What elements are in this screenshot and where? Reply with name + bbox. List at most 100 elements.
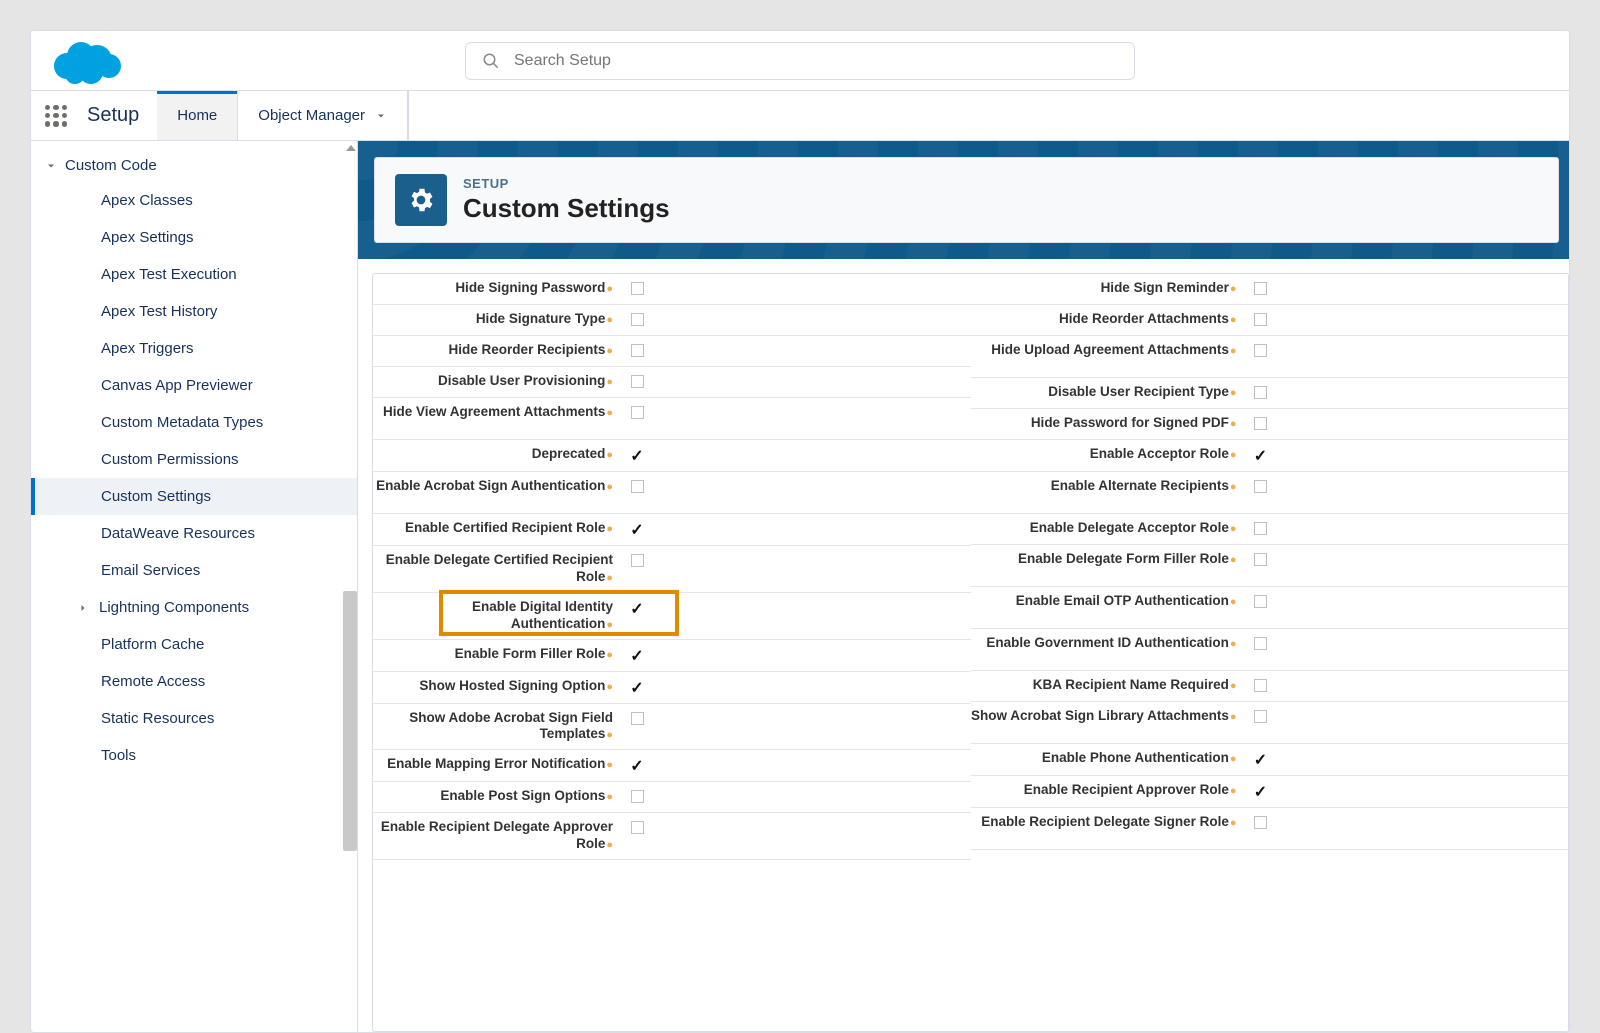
sidebar-item-static-resources[interactable]: Static Resources — [31, 700, 357, 737]
sidebar-item-platform-cache[interactable]: Platform Cache — [31, 626, 357, 663]
tab-object-manager[interactable]: Object Manager — [238, 91, 408, 140]
sidebar-item-canvas-app-previewer[interactable]: Canvas App Previewer — [31, 367, 357, 404]
setting-value[interactable]: ✓ — [617, 646, 657, 665]
setting-value[interactable] — [1241, 520, 1281, 538]
sidebar-item-apex-test-execution[interactable]: Apex Test Execution — [31, 256, 357, 293]
setting-value[interactable] — [617, 819, 657, 837]
setting-value[interactable] — [617, 788, 657, 806]
help-icon[interactable]: ● — [606, 407, 613, 419]
help-icon[interactable]: ● — [606, 523, 613, 535]
setting-value[interactable]: ✓ — [617, 678, 657, 697]
checkbox-empty-icon — [1254, 522, 1267, 535]
sidebar-item-custom-settings[interactable]: Custom Settings — [31, 478, 357, 515]
setting-label: Enable Delegate Form Filler Role● — [971, 551, 1241, 568]
sidebar-item-custom-permissions[interactable]: Custom Permissions — [31, 441, 357, 478]
sidebar-item-remote-access[interactable]: Remote Access — [31, 663, 357, 700]
setting-value[interactable]: ✓ — [617, 756, 657, 775]
help-icon[interactable]: ● — [606, 481, 613, 493]
help-icon[interactable]: ● — [606, 681, 613, 693]
sidebar-item-apex-settings[interactable]: Apex Settings — [31, 219, 357, 256]
setting-value[interactable] — [617, 342, 657, 360]
help-icon[interactable]: ● — [1230, 481, 1237, 493]
help-icon[interactable]: ● — [606, 791, 613, 803]
setting-row: Enable Post Sign Options● — [373, 782, 971, 813]
help-icon[interactable]: ● — [1230, 449, 1237, 461]
help-icon[interactable]: ● — [606, 283, 613, 295]
global-search[interactable] — [465, 42, 1135, 80]
setting-value[interactable] — [1241, 593, 1281, 611]
setting-value[interactable] — [1241, 384, 1281, 402]
help-icon[interactable]: ● — [1230, 680, 1237, 692]
setting-value[interactable] — [1241, 280, 1281, 298]
setting-value[interactable]: ✓ — [1241, 750, 1281, 769]
app-launcher-button[interactable] — [31, 91, 81, 140]
help-icon[interactable]: ● — [1230, 345, 1237, 357]
sidebar-item-apex-test-history[interactable]: Apex Test History — [31, 293, 357, 330]
checkbox-empty-icon — [1254, 679, 1267, 692]
setting-value[interactable] — [1241, 635, 1281, 653]
setting-value[interactable] — [1241, 708, 1281, 726]
page-header: SETUP Custom Settings — [374, 157, 1559, 243]
sidebar-item-custom-metadata-types[interactable]: Custom Metadata Types — [31, 404, 357, 441]
help-icon[interactable]: ● — [606, 572, 613, 584]
setting-value[interactable] — [1241, 677, 1281, 695]
help-icon[interactable]: ● — [1230, 554, 1237, 566]
help-icon[interactable]: ● — [606, 376, 613, 388]
help-icon[interactable]: ● — [606, 449, 613, 461]
help-icon[interactable]: ● — [606, 839, 613, 851]
setting-value[interactable]: ✓ — [1241, 446, 1281, 465]
setting-label: Enable Post Sign Options● — [373, 788, 617, 805]
help-icon[interactable]: ● — [1230, 711, 1237, 723]
tree-section-custom-code[interactable]: Custom Code — [31, 151, 357, 182]
setting-value[interactable] — [1241, 342, 1281, 360]
help-icon[interactable]: ● — [606, 345, 613, 357]
search-input[interactable] — [514, 52, 1118, 70]
help-icon[interactable]: ● — [1230, 638, 1237, 650]
setting-value[interactable] — [617, 280, 657, 298]
setting-value[interactable] — [1241, 311, 1281, 329]
sidebar-item-apex-triggers[interactable]: Apex Triggers — [31, 330, 357, 367]
help-icon[interactable]: ● — [1230, 785, 1237, 797]
setting-row: Hide Password for Signed PDF● — [971, 409, 1569, 440]
scroll-up-arrow-icon[interactable] — [346, 145, 356, 151]
help-icon[interactable]: ● — [606, 759, 613, 771]
setting-value[interactable] — [617, 478, 657, 496]
help-icon[interactable]: ● — [1230, 523, 1237, 535]
setting-value[interactable] — [617, 373, 657, 391]
help-icon[interactable]: ● — [1230, 753, 1237, 765]
sidebar-scrollbar-thumb[interactable] — [343, 591, 357, 851]
help-icon[interactable]: ● — [606, 729, 613, 741]
setting-value[interactable] — [617, 311, 657, 329]
sidebar-item-email-services[interactable]: Email Services — [31, 552, 357, 589]
setting-label: Enable Acrobat Sign Authentication● — [373, 478, 617, 495]
help-icon[interactable]: ● — [606, 649, 613, 661]
help-icon[interactable]: ● — [1230, 817, 1237, 829]
help-icon[interactable]: ● — [606, 314, 613, 326]
help-icon[interactable]: ● — [1230, 418, 1237, 430]
help-icon[interactable]: ● — [1230, 596, 1237, 608]
setting-value[interactable] — [617, 710, 657, 728]
sidebar-item-apex-classes[interactable]: Apex Classes — [31, 182, 357, 219]
setting-value[interactable]: ✓ — [617, 446, 657, 465]
sidebar-item-lightning-components[interactable]: Lightning Components — [31, 589, 357, 626]
setting-value[interactable]: ✓ — [617, 599, 657, 618]
setting-row: Enable Acrobat Sign Authentication● — [373, 472, 971, 514]
chevron-down-icon — [375, 110, 387, 122]
tab-home[interactable]: Home — [157, 91, 238, 140]
setting-label: Show Adobe Acrobat Sign Field Templates● — [373, 710, 617, 744]
setting-value[interactable] — [1241, 551, 1281, 569]
setting-value[interactable]: ✓ — [617, 520, 657, 539]
sidebar-item-tools[interactable]: Tools — [31, 737, 357, 774]
help-icon[interactable]: ● — [1230, 283, 1237, 295]
help-icon[interactable]: ● — [1230, 314, 1237, 326]
setting-value[interactable] — [1241, 478, 1281, 496]
setting-value[interactable]: ✓ — [1241, 782, 1281, 801]
setting-value[interactable] — [1241, 814, 1281, 832]
setting-value[interactable] — [1241, 415, 1281, 433]
help-icon[interactable]: ● — [1230, 387, 1237, 399]
sidebar-item-dataweave-resources[interactable]: DataWeave Resources — [31, 515, 357, 552]
chevron-right-icon — [77, 602, 89, 614]
help-icon[interactable]: ● — [606, 619, 613, 631]
setting-value[interactable] — [617, 404, 657, 422]
setting-value[interactable] — [617, 552, 657, 570]
